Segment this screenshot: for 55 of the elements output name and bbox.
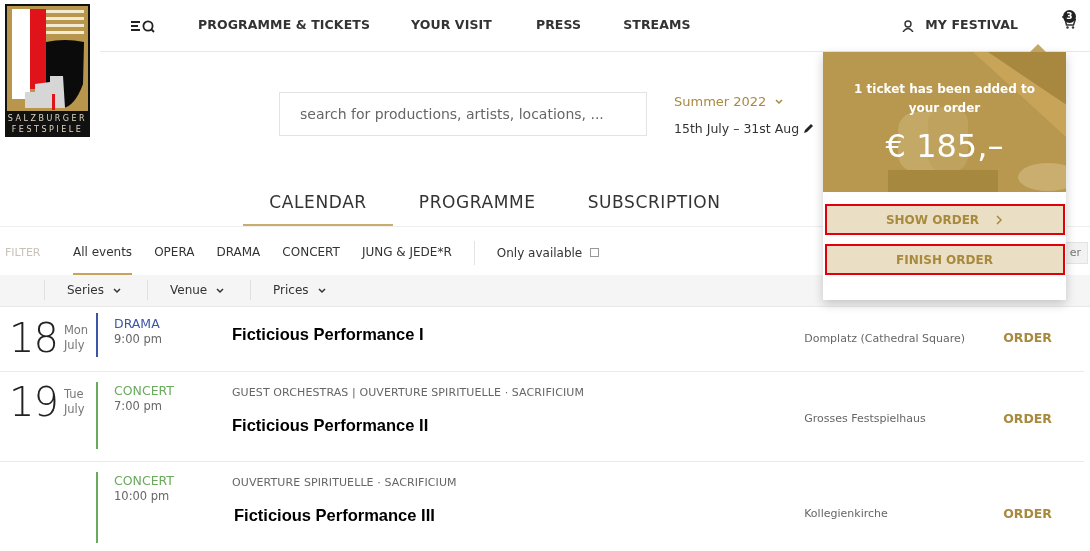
nav-link[interactable]: PRESS [535,16,582,35]
event-title: Ficticious Performance II [232,415,430,437]
month: July [63,402,85,418]
view-tab[interactable]: CALENDAR [243,184,393,226]
category-label: CONCERT [114,382,175,398]
cart-price: € 185,– [884,126,1005,168]
filter-dropdown[interactable]: Venue [148,281,250,300]
chevron-down-icon [111,285,122,295]
search-field[interactable]: search for productions, artists, locations, ... [279,92,647,136]
filter-tab[interactable]: JUNG & JEDE*R [361,230,452,275]
chevron-down-icon [215,285,226,295]
event-title: Ficticious Performance III [234,505,436,527]
cart-button[interactable]: 3 [1062,9,1076,34]
filter-tab[interactable]: OPERA [154,230,195,275]
filter-tab[interactable]: DRAMA [216,230,261,275]
event-title: Ficticious Performance I [232,323,425,345]
chevron-down-icon [774,97,785,107]
month: July [63,338,86,354]
filter-dropdown[interactable]: Series [45,281,147,300]
chevron-right-icon [995,214,1004,225]
menu-search-icon [130,18,156,33]
venue-label: Kollegienkirche [804,506,889,522]
series-label: GUEST ORCHESTRAS | OUVERTURE SPIRITUELLE · SACRIFICIUM [232,384,586,401]
weekday: Tue [63,386,85,403]
series-label: OUVERTURE SPIRITUELLE · SACRIFICIUM [232,474,458,491]
event-time: 7:00 pm [114,397,163,415]
nav-link[interactable]: PROGRAMME & TICKETS [198,16,370,35]
view-tab[interactable]: SUBSCRIPTION [561,184,747,226]
menu-search-button[interactable] [130,18,156,33]
venue-label: Grosses Festspielhaus [804,411,927,427]
category-label: DRAMA [114,315,161,331]
cart-message: 1 ticket has been added to your order [853,81,1036,118]
user-icon [902,19,915,32]
pencil-icon[interactable] [803,123,815,135]
chevron-down-icon [316,285,327,295]
logo-text: SALZBURGER [7,114,88,123]
filter-tab[interactable]: CONCERT [282,230,340,275]
filter-dropdown[interactable]: Prices [251,281,353,300]
date-number: 18 [9,317,58,363]
nav-link[interactable]: YOUR VISIT [411,16,492,35]
event-time: 9:00 pm [114,330,163,348]
date-range: 15th July – 31st Aug [674,119,800,138]
cart-count-badge: 3 [1063,9,1076,23]
date-number: 19 [9,381,58,427]
checkbox[interactable] [590,248,600,258]
venue-label: Domplatz (Cathedral Square) [804,330,967,347]
view-tab[interactable]: PROGRAMME [392,184,562,226]
filter-label: FILTER [5,244,42,261]
nav-link[interactable]: STREAMS [623,16,691,35]
logo-text: FESTSPIELE [11,125,84,134]
my-festival-link[interactable]: MY FESTIVAL [902,16,1018,35]
weekday: Mon [63,322,89,339]
only-available-checkbox[interactable]: Only available [496,243,600,262]
event-time: 10:00 pm [114,487,171,505]
category-label: CONCERT [114,472,175,488]
